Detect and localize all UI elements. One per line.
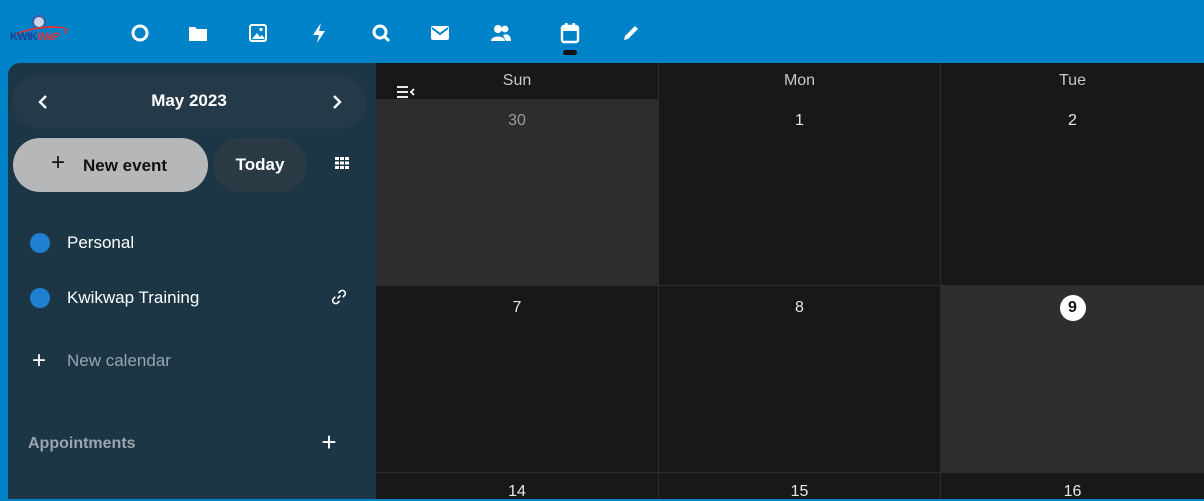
month-navigator: May 2023 xyxy=(12,75,366,129)
notes-icon[interactable] xyxy=(618,20,644,46)
weekday-header-sun: Sun xyxy=(376,63,659,99)
mail-icon[interactable] xyxy=(427,20,453,46)
contacts-icon[interactable] xyxy=(488,20,514,46)
calendar-item-personal[interactable]: Personal xyxy=(8,223,376,263)
weekday-header-tue: Tue xyxy=(1059,72,1086,89)
day-number: 8 xyxy=(795,299,804,316)
calendar-sidebar: May 2023 + New event Today Personal Kwik… xyxy=(8,63,376,499)
new-event-label: New event xyxy=(83,156,168,175)
day-number: 2 xyxy=(1068,112,1077,129)
current-month-label[interactable]: May 2023 xyxy=(12,91,366,111)
day-number: 7 xyxy=(512,299,522,316)
search-icon[interactable] xyxy=(368,20,394,46)
kwikwap-logo[interactable]: KWIKWaP xyxy=(10,15,72,49)
appointments-heading: Appointments xyxy=(28,435,136,452)
new-calendar-label: New calendar xyxy=(67,351,171,370)
day-number: 16 xyxy=(1063,483,1082,500)
day-number: 14 xyxy=(508,483,526,500)
day-number: 30 xyxy=(508,112,526,129)
day-cell[interactable]: 16 xyxy=(941,473,1204,500)
calendar-color-dot[interactable] xyxy=(30,288,50,308)
top-navigation-bar: KWIKWaP xyxy=(0,0,1204,63)
today-button[interactable]: Today xyxy=(213,138,307,192)
new-calendar-button[interactable]: + New calendar xyxy=(8,341,376,381)
files-icon[interactable] xyxy=(185,20,211,46)
plus-icon: + xyxy=(32,347,47,374)
calendar-icon[interactable] xyxy=(557,20,583,46)
day-number: 15 xyxy=(790,483,809,500)
plus-icon: + xyxy=(51,149,66,176)
day-cell[interactable]: 14 xyxy=(376,473,659,500)
day-cell[interactable]: 8 xyxy=(659,286,941,473)
day-cell[interactable]: 7 xyxy=(376,286,659,473)
view-grid-icon[interactable] xyxy=(330,151,354,175)
active-app-indicator xyxy=(563,50,577,55)
calendar-name: Kwikwap Training xyxy=(67,288,200,307)
today-day-number: 9 xyxy=(1059,295,1086,321)
new-event-button[interactable]: + New event xyxy=(13,138,208,192)
weekday-header-mon: Mon xyxy=(659,63,941,99)
share-link-icon[interactable] xyxy=(328,286,350,308)
day-cell[interactable]: 1 xyxy=(659,99,941,286)
calendar-color-dot[interactable] xyxy=(30,233,50,253)
day-number: 1 xyxy=(795,112,804,129)
photos-icon[interactable] xyxy=(245,20,271,46)
dashboard-icon[interactable] xyxy=(127,20,153,46)
today-day-cell[interactable]: 9 xyxy=(941,286,1204,473)
month-calendar-grid: Sun Mon Tue 30 1 2 7 8 9 14 15 16 xyxy=(376,63,1204,500)
next-month-button[interactable] xyxy=(324,89,350,115)
calendar-item-kwikwap-training[interactable]: Kwikwap Training xyxy=(8,278,376,318)
day-cell[interactable]: 30 xyxy=(376,99,659,286)
logo-text: KWIKWaP xyxy=(10,31,60,43)
day-cell[interactable]: 2 xyxy=(941,99,1204,286)
activity-icon[interactable] xyxy=(306,20,332,46)
day-cell[interactable]: 15 xyxy=(659,473,941,500)
add-appointment-button[interactable]: + xyxy=(316,427,342,457)
calendar-name: Personal xyxy=(67,233,135,252)
